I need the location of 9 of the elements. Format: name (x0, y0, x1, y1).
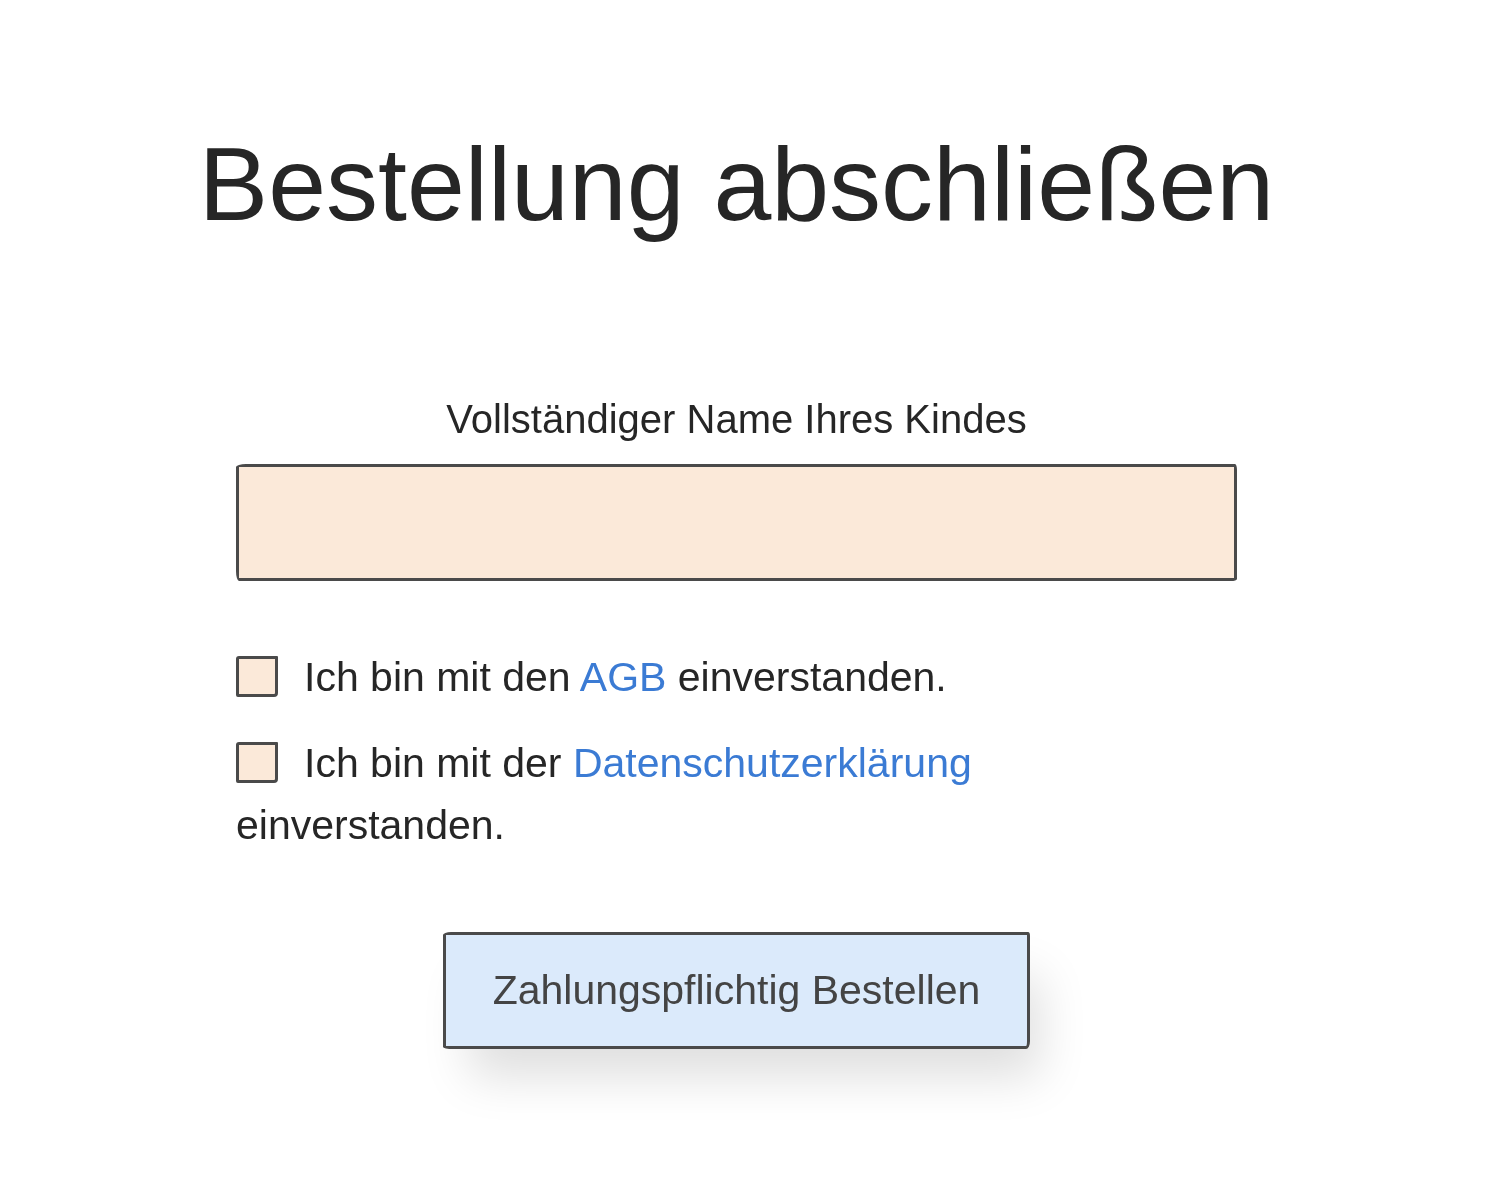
order-button[interactable]: Zahlungspflichtig Bestellen (443, 931, 1030, 1049)
checkbox[interactable] (236, 655, 278, 697)
page-title: Bestellung abschließen (198, 125, 1275, 244)
link[interactable]: AGB (579, 653, 667, 700)
consent-text: Ich bin mit den AGB einverstanden. (304, 653, 947, 700)
name-input-field[interactable] (236, 463, 1237, 581)
field-label: Vollständiger Name Ihres Kindes (446, 395, 1027, 443)
checkbox[interactable] (236, 741, 278, 783)
link[interactable]: Datenschutzerklärung (572, 739, 972, 786)
